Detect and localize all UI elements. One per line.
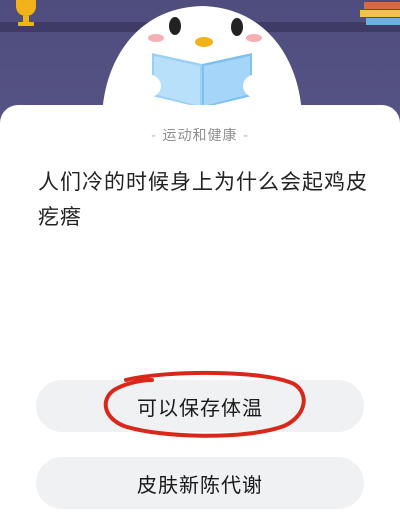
question-text: 人们冷的时候身上为什么会起鸡皮 疙瘩 <box>38 165 373 235</box>
quiz-screen: - 运动和健康 - 人们冷的时候身上为什么会起鸡皮 疙瘩 可以保存体温 皮肤新陈… <box>0 0 400 518</box>
answer-option-a-label: 可以保存体温 <box>137 395 263 420</box>
shelf <box>0 22 400 32</box>
answer-option-b[interactable]: 皮肤新陈代谢 <box>36 457 364 509</box>
category-text: 运动和健康 <box>162 128 238 144</box>
category-label: - 运动和健康 - <box>0 125 400 145</box>
question-line-1: 人们冷的时候身上为什么会起鸡皮 <box>38 170 368 194</box>
answer-option-b-label: 皮肤新陈代谢 <box>137 472 263 497</box>
trophy-icon <box>16 0 36 26</box>
category-right-dash: - <box>242 128 250 144</box>
category-left-dash: - <box>150 128 158 144</box>
answer-option-a[interactable]: 可以保存体温 <box>36 380 364 432</box>
books-icon <box>360 2 400 25</box>
question-line-2: 疙瘩 <box>38 205 82 229</box>
question-card: - 运动和健康 - 人们冷的时候身上为什么会起鸡皮 疙瘩 可以保存体温 皮肤新陈… <box>0 105 400 518</box>
